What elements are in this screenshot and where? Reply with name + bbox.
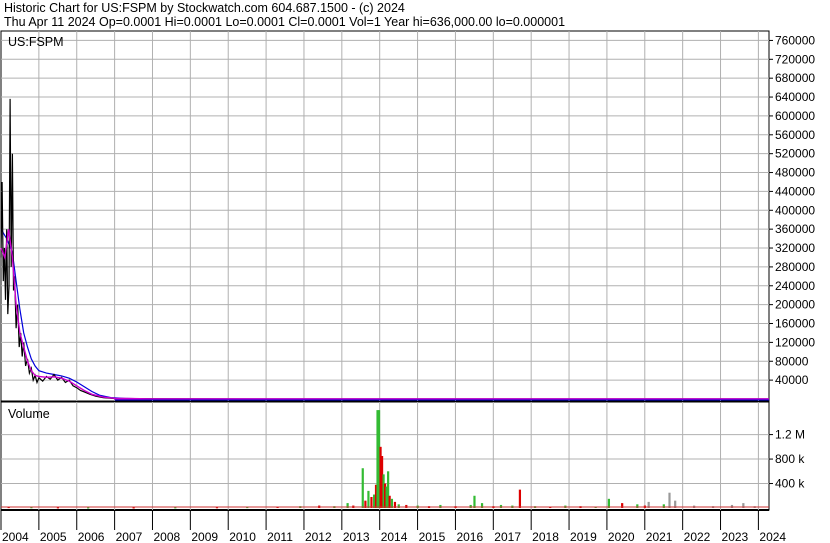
x-tick-label: 2008 bbox=[153, 530, 180, 543]
x-tick-label: 2012 bbox=[305, 530, 332, 543]
volume-bar bbox=[132, 507, 135, 509]
volume-bar bbox=[174, 507, 177, 509]
x-tick-label: 2014 bbox=[381, 530, 408, 543]
x-tick-label: 2020 bbox=[608, 530, 635, 543]
volume-bar bbox=[56, 507, 60, 509]
x-tick-label: 2017 bbox=[494, 530, 521, 543]
y-tick-label: 680000 bbox=[775, 71, 815, 85]
y-tick-label: 80000 bbox=[775, 354, 809, 368]
price-panel bbox=[0, 30, 770, 402]
y-tick-label: 440000 bbox=[775, 184, 815, 198]
x-tick-label: 2022 bbox=[684, 530, 711, 543]
y-tick-label: 240000 bbox=[775, 279, 815, 293]
x-tick-label: 2004 bbox=[2, 530, 29, 543]
y-tick-label: 280000 bbox=[775, 260, 815, 274]
volume-panel-title: Volume bbox=[8, 407, 50, 421]
x-tick-label: 2007 bbox=[116, 530, 143, 543]
x-tick-label: 2009 bbox=[191, 530, 218, 543]
volume-tick-label: 1.2 M bbox=[775, 428, 805, 442]
volume-bar bbox=[730, 504, 734, 508]
x-tick-label: 2019 bbox=[570, 530, 597, 543]
x-tick-label: 2013 bbox=[343, 530, 370, 543]
volume-bar bbox=[87, 507, 90, 509]
volume-bar bbox=[518, 489, 522, 508]
y-tick-label: 640000 bbox=[775, 90, 815, 104]
y-tick-label: 560000 bbox=[775, 128, 815, 142]
x-tick-label: 2006 bbox=[78, 530, 105, 543]
y-tick-label: 400000 bbox=[775, 203, 815, 217]
volume-bar bbox=[473, 495, 476, 508]
volume-bar bbox=[370, 496, 373, 508]
price-panel-title: US:FSPM bbox=[8, 35, 64, 49]
y-tick-label: 520000 bbox=[775, 147, 815, 161]
y-tick-label: 160000 bbox=[775, 317, 815, 331]
y-tick-label: 720000 bbox=[775, 52, 815, 66]
y-tick-label: 40000 bbox=[775, 373, 809, 387]
volume-bar bbox=[439, 504, 442, 508]
x-tick-label: 2016 bbox=[456, 530, 483, 543]
volume-tick-label: 800 k bbox=[775, 452, 805, 466]
x-tick-label: 2018 bbox=[532, 530, 559, 543]
volume-bar bbox=[469, 504, 472, 508]
volume-bar bbox=[499, 504, 503, 508]
x-tick-label: 2011 bbox=[267, 530, 293, 543]
y-tick-label: 360000 bbox=[775, 222, 815, 236]
x-tick-label: 2005 bbox=[40, 530, 67, 543]
volume-bar bbox=[367, 490, 370, 508]
x-tick-label: 2024 bbox=[759, 530, 786, 543]
x-tick-label: 2015 bbox=[419, 530, 446, 543]
volume-bar bbox=[668, 492, 671, 508]
y-tick-label: 320000 bbox=[775, 241, 815, 255]
volume-bar bbox=[388, 495, 391, 508]
y-tick-label: 120000 bbox=[775, 335, 815, 349]
x-tick-label: 2010 bbox=[229, 530, 256, 543]
y-tick-label: 760000 bbox=[775, 33, 815, 47]
volume-bar bbox=[405, 504, 408, 508]
x-tick-label: 2021 bbox=[646, 530, 673, 543]
volume-tick-label: 400 k bbox=[775, 477, 805, 491]
historic-chart: 760000 720000 680000 640000 600000 560000 5200… bbox=[0, 30, 815, 543]
volume-bar bbox=[361, 468, 364, 508]
y-tick-label: 600000 bbox=[775, 109, 815, 123]
y-tick-label: 480000 bbox=[775, 166, 815, 180]
y-tick-label: 200000 bbox=[775, 298, 815, 312]
volume-bar bbox=[373, 494, 376, 508]
x-tick-label: 2023 bbox=[722, 530, 749, 543]
